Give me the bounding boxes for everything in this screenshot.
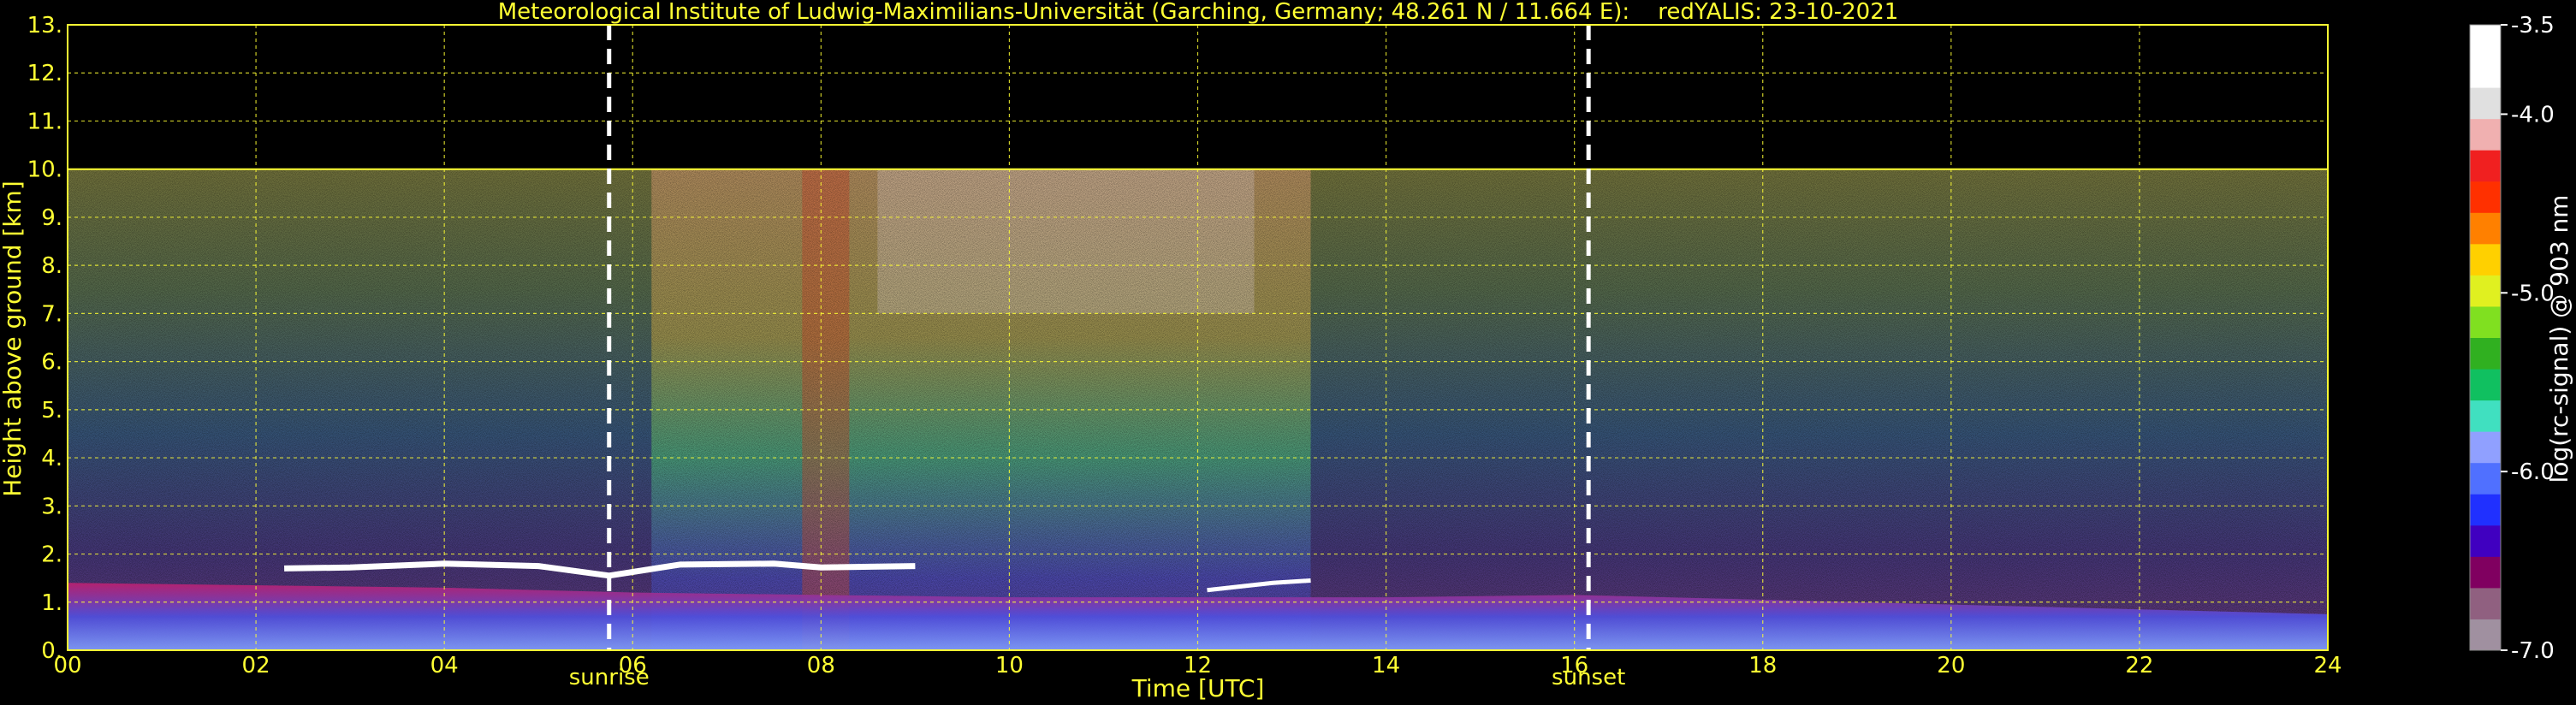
y-tick-label: 7. — [41, 301, 62, 327]
x-tick-label: 12 — [1184, 653, 1212, 678]
y-tick-label: 9. — [41, 205, 62, 231]
colorbar-segment — [2470, 431, 2501, 464]
colorbar-segment — [2470, 462, 2501, 495]
colorbar-segment — [2470, 181, 2501, 213]
colorbar-segment — [2470, 150, 2501, 182]
colorbar-segment — [2470, 56, 2501, 88]
y-tick-label: 5. — [41, 398, 62, 424]
sunset-label: sunset — [1552, 665, 1625, 690]
y-tick-label: 3. — [41, 494, 62, 519]
colorbar-segment — [2470, 524, 2501, 557]
x-tick-label: 10 — [995, 653, 1024, 678]
y-tick-label: 11. — [27, 109, 62, 134]
y-tick-label: 8. — [41, 253, 62, 279]
colorbar-tick-label: -7.0 — [2511, 638, 2555, 664]
sun-annotations: sunrise sunset — [569, 665, 1626, 690]
x-tick-label: 22 — [2125, 653, 2153, 678]
colorbar-segment — [2470, 587, 2501, 619]
x-tick-label: 14 — [1372, 653, 1400, 678]
colorbar-segment — [2470, 556, 2501, 589]
y-tick-label: 2. — [41, 542, 62, 568]
colorbar-segment — [2470, 337, 2501, 370]
y-tick-label: 4. — [41, 446, 62, 471]
colorbar-segment — [2470, 369, 2501, 401]
colorbar-segment — [2470, 305, 2501, 338]
x-tick-label: 04 — [430, 653, 459, 678]
colorbar-segment — [2470, 118, 2501, 151]
colorbar-segment — [2470, 243, 2501, 275]
lidar-chart: Meteorological Institute of Ludwig-Maxim… — [0, 0, 2573, 702]
y-tick-label: 0. — [41, 638, 62, 664]
colorbar-segment — [2470, 275, 2501, 307]
colorbar: -3.5 -4.0 -5.0 -6.0 -7.0 — [2469, 13, 2555, 664]
colorbar-tick-label: -4.0 — [2511, 102, 2555, 127]
x-tick-label: 08 — [807, 653, 835, 678]
colorbar-segment — [2470, 25, 2501, 57]
x-tick-label: 02 — [242, 653, 270, 678]
sunrise-label: sunrise — [569, 665, 650, 690]
chart-title: Meteorological Institute of Ludwig-Maxim… — [498, 0, 1899, 25]
y-tick-label: 13. — [27, 13, 62, 39]
colorbar-tick-label: -5.0 — [2511, 281, 2555, 306]
colorbar-tick-label: -6.0 — [2511, 459, 2555, 485]
colorbar-segment — [2470, 212, 2501, 245]
y-tick-label: 6. — [41, 350, 62, 376]
colorbar-segment — [2470, 400, 2501, 432]
y-tick-label: 10. — [27, 157, 62, 183]
colorbar-segment — [2470, 619, 2501, 651]
colorbar-label: log(rc-signal) @ 903 nm — [2545, 195, 2573, 483]
y-tick-labels: 0. 1. 2. 3. 4. 5. 6. 7. 8. 9. 10. 11. 12. 13. — [27, 13, 62, 664]
y-tick-label: 1. — [41, 590, 62, 616]
colorbar-segment — [2470, 87, 2501, 120]
colorbar-segment — [2470, 494, 2501, 526]
colorbar-tick-label: -3.5 — [2511, 13, 2555, 39]
x-tick-label: 24 — [2313, 653, 2342, 678]
x-tick-labels: 00 02 04 06 08 10 12 14 16 18 20 22 24 — [53, 653, 2342, 678]
y-tick-label: 12. — [27, 61, 62, 86]
y-axis-label: Height above ground [km] — [0, 181, 27, 497]
x-tick-label: 18 — [1748, 653, 1777, 678]
x-tick-label: 20 — [1937, 653, 1965, 678]
